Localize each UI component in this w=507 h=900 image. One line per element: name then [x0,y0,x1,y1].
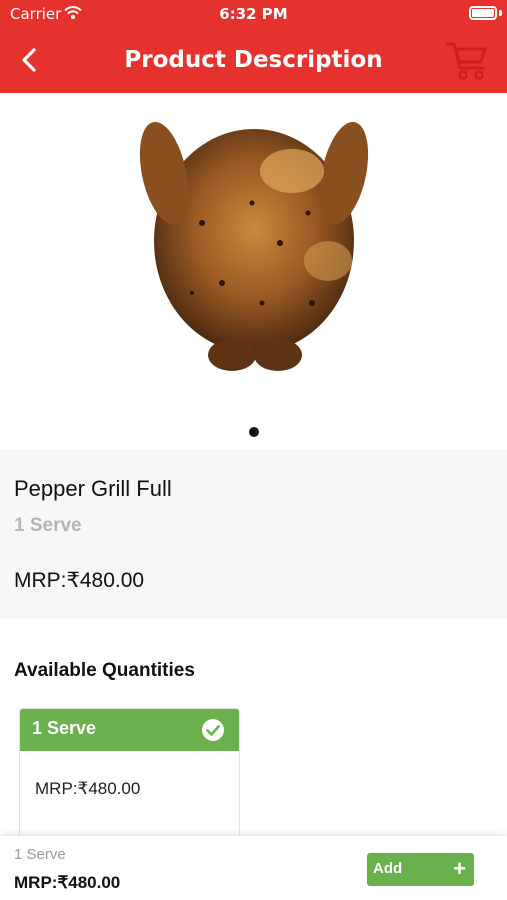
app-header: Carrier 6:32 PM Product Description [0,0,507,93]
product-name: Pepper Grill Full [14,476,172,501]
quantity-option-card[interactable]: 1 Serve MRP:₹480.00 [19,708,240,840]
status-time: 6:32 PM [219,5,288,23]
add-button-label: Add [373,860,403,877]
product-serve: 1 Serve [14,515,82,536]
carousel-dot[interactable] [249,427,259,437]
battery-tip [499,10,502,16]
bottom-bar: 1 Serve MRP:₹480.00 Add + [0,836,507,900]
page-title: Product Description [124,47,383,73]
check-circle-icon [202,719,224,741]
product-mrp: MRP:₹480.00 [14,569,145,592]
cart-icon [445,42,487,80]
quantities-heading: Available Quantities [14,660,195,681]
cart-button[interactable] [445,40,489,82]
battery-icon [469,6,497,20]
add-button[interactable]: Add + [367,853,474,886]
quantity-option-mrp: MRP:₹480.00 [35,779,141,798]
product-image [112,93,396,383]
quantity-option-header[interactable]: 1 Serve [20,709,239,751]
bottom-serve: 1 Serve [14,846,66,863]
quantity-option-label: 1 Serve [32,718,97,738]
plus-icon: + [453,856,466,881]
status-bar: Carrier 6:32 PM [0,0,507,28]
bottom-mrp: MRP:₹480.00 [14,873,121,892]
